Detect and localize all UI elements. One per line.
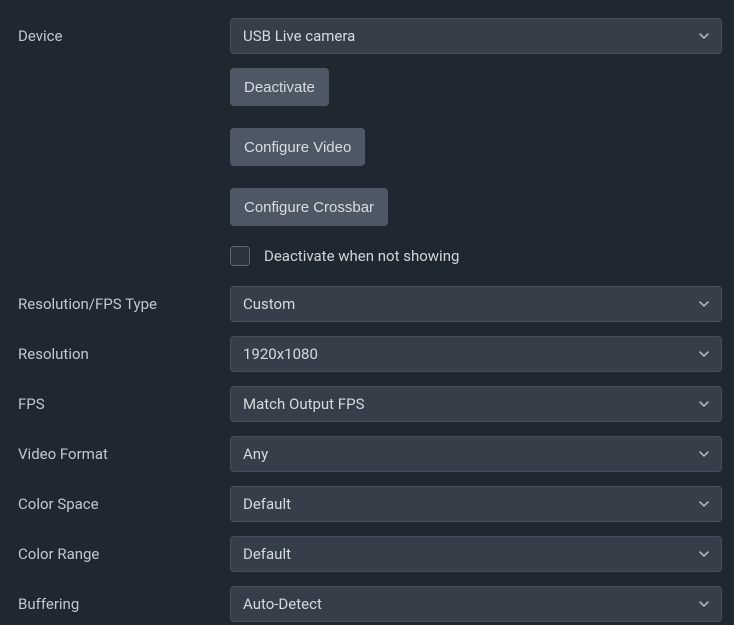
buffering-label: Buffering xyxy=(18,586,230,613)
color-range-value: Default xyxy=(243,545,291,563)
chevron-down-icon xyxy=(699,351,709,357)
resolution-fps-type-row: Resolution/FPS Type Custom xyxy=(18,286,722,322)
chevron-down-icon xyxy=(699,501,709,507)
fps-row: FPS Match Output FPS xyxy=(18,386,722,422)
chevron-down-icon xyxy=(699,33,709,39)
device-row: Device USB Live camera Deactivate Config… xyxy=(18,18,722,272)
chevron-down-icon xyxy=(699,601,709,607)
chevron-down-icon xyxy=(699,301,709,307)
device-select[interactable]: USB Live camera xyxy=(230,18,722,54)
configure-video-button[interactable]: Configure Video xyxy=(230,128,365,166)
fps-value: Match Output FPS xyxy=(243,395,364,413)
deactivate-when-not-showing-checkbox[interactable] xyxy=(230,246,250,266)
video-format-row: Video Format Any xyxy=(18,436,722,472)
buffering-select[interactable]: Auto-Detect xyxy=(230,586,722,622)
configure-crossbar-button[interactable]: Configure Crossbar xyxy=(230,188,388,226)
resolution-value: 1920x1080 xyxy=(243,345,318,363)
resolution-fps-type-value: Custom xyxy=(243,295,295,313)
color-range-label: Color Range xyxy=(18,536,230,563)
resolution-label: Resolution xyxy=(18,336,230,363)
color-range-select[interactable]: Default xyxy=(230,536,722,572)
color-space-row: Color Space Default xyxy=(18,486,722,522)
resolution-select[interactable]: 1920x1080 xyxy=(230,336,722,372)
buffering-value: Auto-Detect xyxy=(243,595,322,613)
chevron-down-icon xyxy=(699,401,709,407)
deactivate-when-not-showing-label[interactable]: Deactivate when not showing xyxy=(264,247,459,265)
device-label: Device xyxy=(18,18,230,45)
fps-label: FPS xyxy=(18,386,230,413)
video-format-label: Video Format xyxy=(18,436,230,463)
deactivate-button[interactable]: Deactivate xyxy=(230,68,329,106)
chevron-down-icon xyxy=(699,551,709,557)
capture-device-settings-form: Device USB Live camera Deactivate Config… xyxy=(18,18,722,622)
deactivate-when-not-showing-row: Deactivate when not showing xyxy=(230,246,722,266)
resolution-fps-type-label: Resolution/FPS Type xyxy=(18,286,230,313)
buffering-row: Buffering Auto-Detect xyxy=(18,586,722,622)
color-space-value: Default xyxy=(243,495,291,513)
resolution-fps-type-select[interactable]: Custom xyxy=(230,286,722,322)
color-range-row: Color Range Default xyxy=(18,536,722,572)
chevron-down-icon xyxy=(699,451,709,457)
color-space-select[interactable]: Default xyxy=(230,486,722,522)
video-format-select[interactable]: Any xyxy=(230,436,722,472)
video-format-value: Any xyxy=(243,445,268,463)
device-select-value: USB Live camera xyxy=(243,27,355,45)
fps-select[interactable]: Match Output FPS xyxy=(230,386,722,422)
resolution-row: Resolution 1920x1080 xyxy=(18,336,722,372)
color-space-label: Color Space xyxy=(18,486,230,513)
